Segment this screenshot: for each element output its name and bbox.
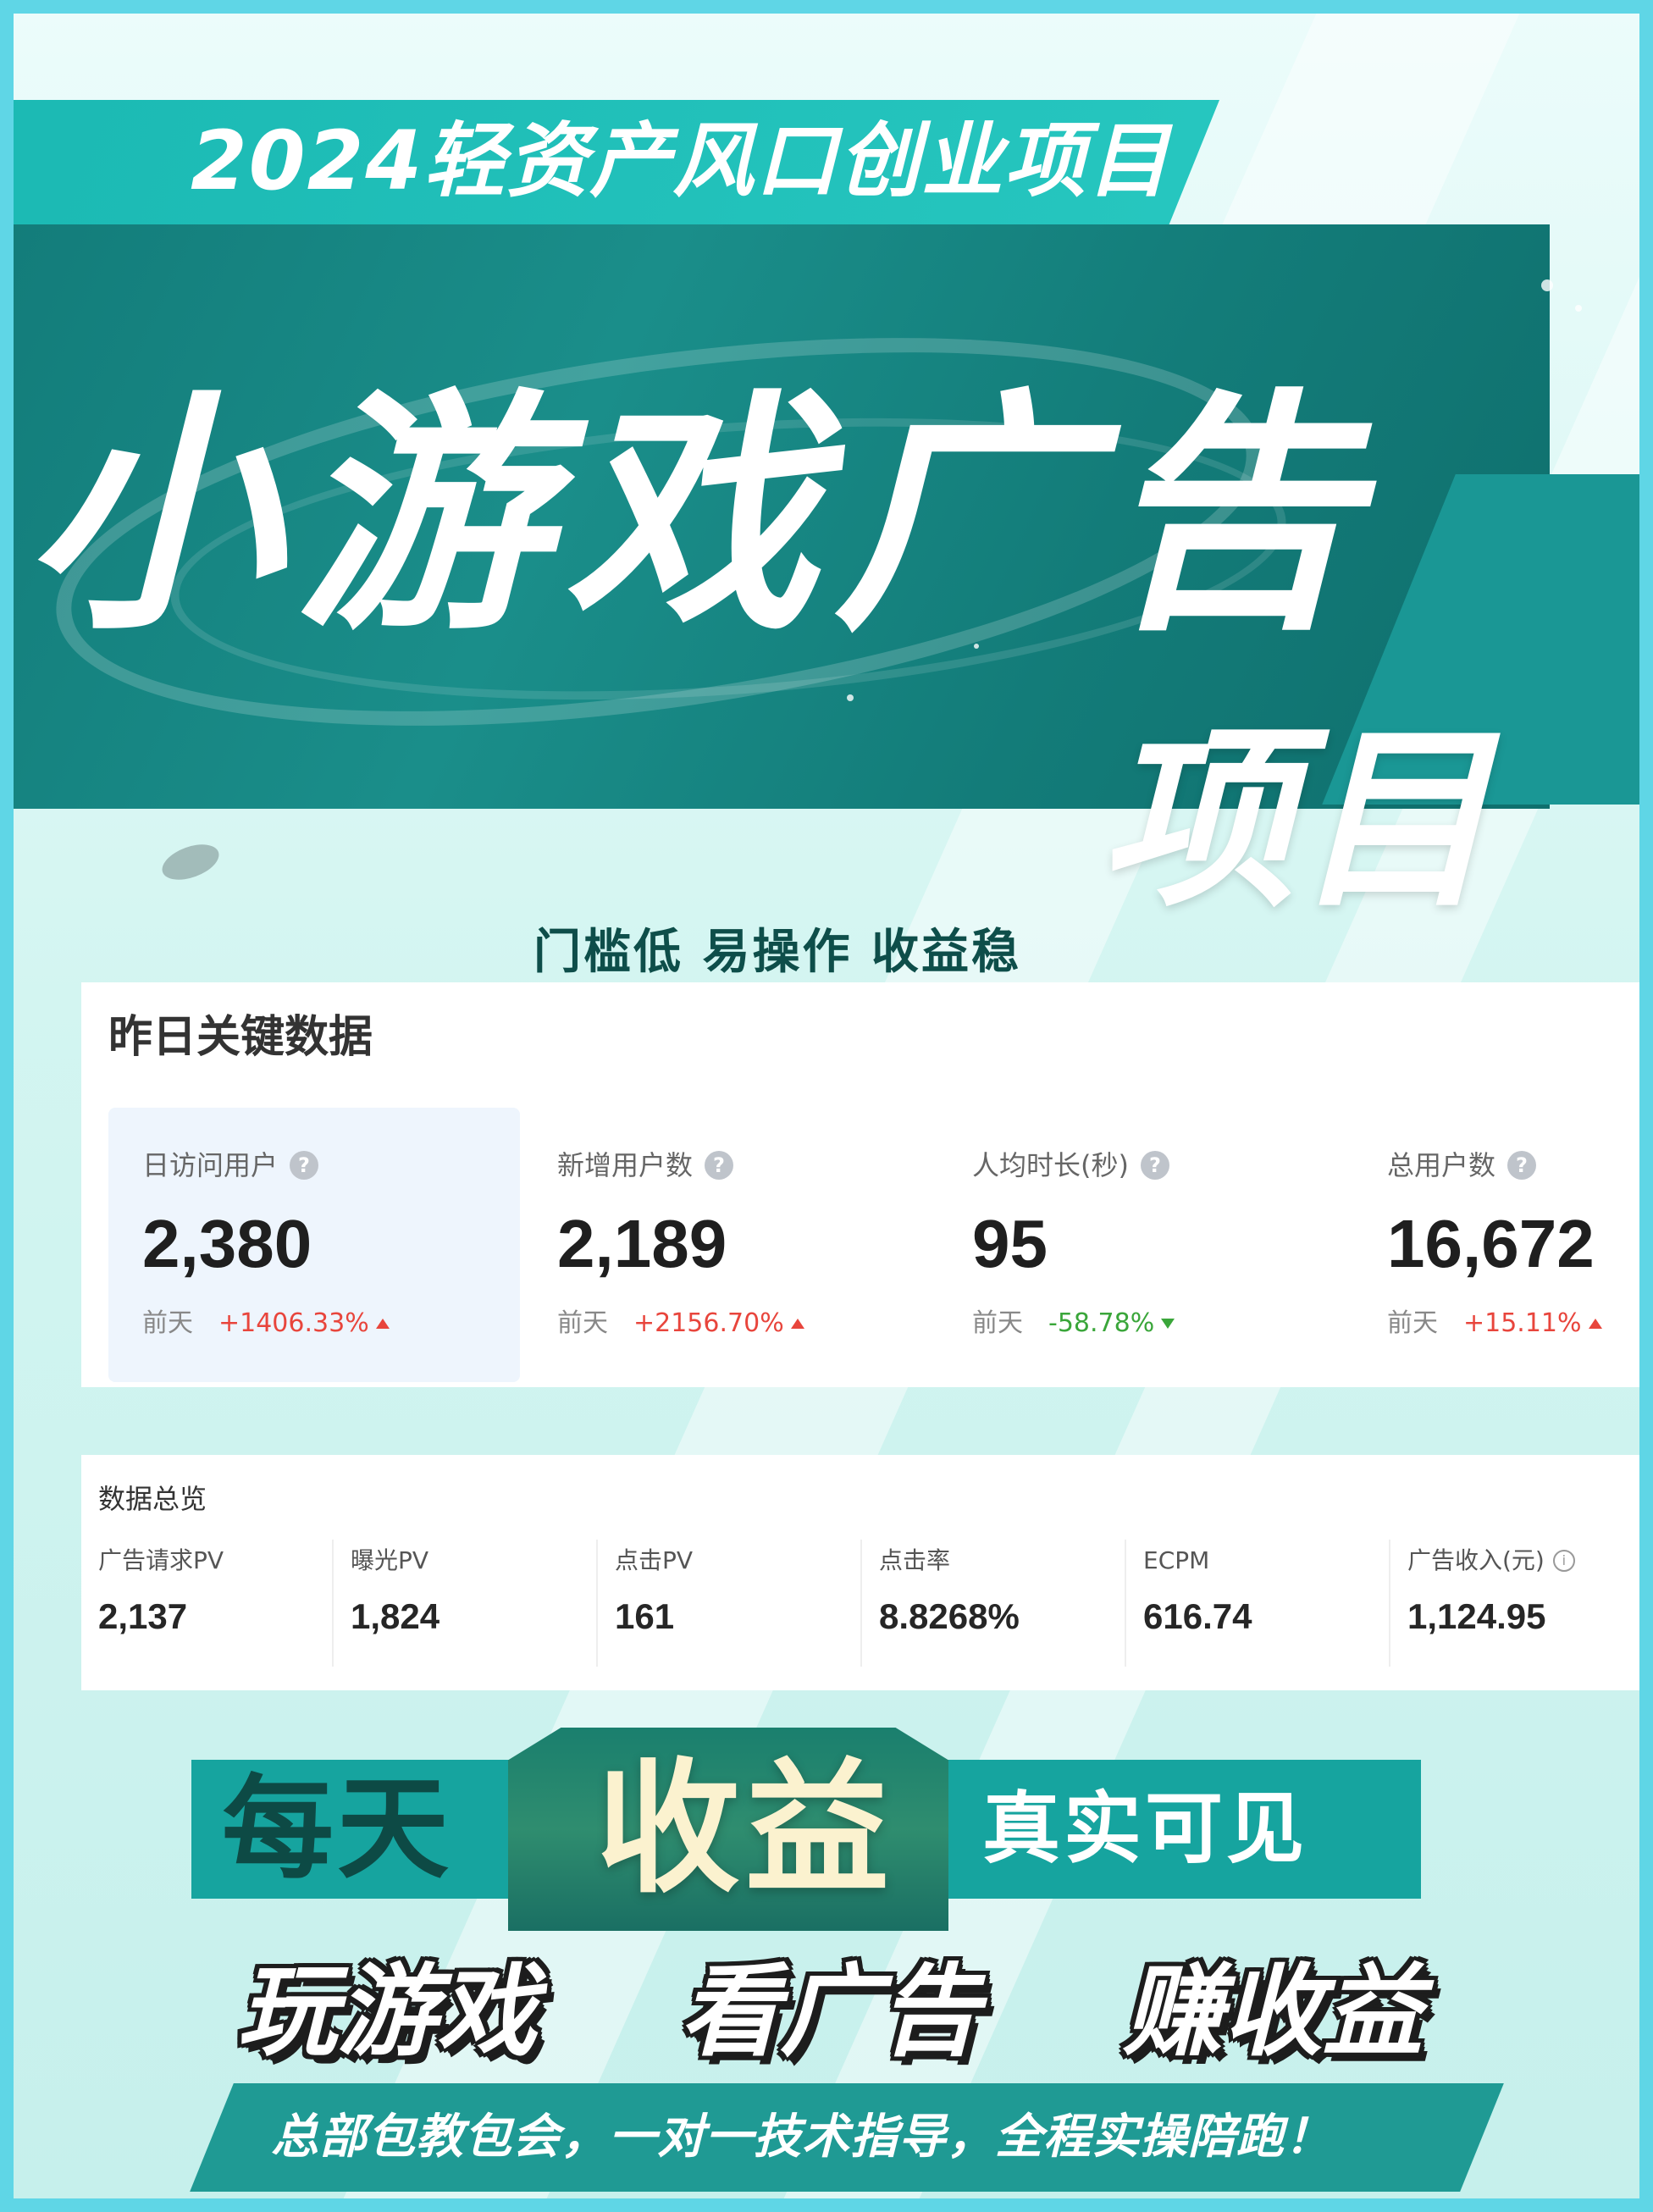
- metric-label-row: 新增用户数 ?: [557, 1142, 935, 1189]
- slogan-row: 玩游戏 看广告 赚收益: [237, 1948, 1423, 2075]
- overview-label-row: 广告收入(元) i: [1407, 1540, 1639, 1582]
- metric-value: 16,672: [1387, 1206, 1595, 1281]
- overview-value: 1,124.95: [1407, 1596, 1546, 1636]
- metric-compare: 前天 +15.11%: [1387, 1302, 1638, 1345]
- metric-label-row: 总用户数 ?: [1387, 1142, 1638, 1189]
- overview-item: 广告请求PV 2,137: [81, 1540, 346, 1667]
- overview-value: 2,137: [98, 1596, 188, 1636]
- metric-value: 2,189: [557, 1206, 727, 1281]
- info-icon[interactable]: i: [1552, 1550, 1575, 1572]
- overview-card: 数据总览 广告请求PV 2,137 曝光PV 1,824 点击PV 161 点击…: [81, 1455, 1639, 1690]
- metric-new-users[interactable]: 新增用户数 ? 2,189 前天 +2156.70%: [523, 1108, 935, 1382]
- key-data-title: 昨日关键数据: [108, 1012, 373, 1063]
- overview-label: 广告请求PV: [98, 1546, 224, 1574]
- metric-compare: 前天 +1406.33%: [142, 1302, 520, 1345]
- metric-label-row: 人均时长(秒) ?: [972, 1142, 1350, 1189]
- metric-value: 95: [972, 1206, 1048, 1281]
- slogan-watch: 看广告: [679, 1953, 980, 2070]
- overview-item: 广告收入(元) i 1,124.95: [1389, 1540, 1639, 1667]
- help-icon[interactable]: ?: [1507, 1151, 1537, 1180]
- key-data-card: 昨日关键数据 日访问用户 ? 2,380 前天 +1406.33% 新增用户数 …: [81, 982, 1639, 1387]
- poster-canvas: 2024轻资产风口创业项目 小游戏广告 项目 门槛低 易操作 收益稳 昨日关键数…: [0, 0, 1653, 2212]
- metric-compare: 前天 -58.78%: [972, 1302, 1350, 1345]
- help-icon[interactable]: ?: [705, 1151, 734, 1180]
- hero-subtitle: 项目: [1101, 708, 1490, 934]
- banner-right-text: 真实可见: [982, 1783, 1308, 1874]
- overview-item: 点击PV 161: [596, 1540, 860, 1667]
- overview-item: ECPM 616.74: [1125, 1540, 1389, 1667]
- change-value: +2156.70%: [633, 1308, 784, 1338]
- metric-label: 新增用户数: [557, 1149, 694, 1181]
- slogan-play: 玩游戏: [237, 1953, 538, 2070]
- slogan-earn: 赚收益: [1122, 1953, 1423, 2070]
- overview-label: 点击PV: [615, 1546, 694, 1574]
- metric-label-row: 日访问用户 ?: [142, 1142, 520, 1189]
- arrow-up-icon: [1588, 1319, 1602, 1329]
- metric-compare: 前天 +2156.70%: [557, 1302, 935, 1345]
- overview-value: 8.8268%: [879, 1596, 1020, 1636]
- banner-left-text: 每天: [222, 1764, 452, 1894]
- metric-label: 人均时长(秒): [972, 1149, 1129, 1181]
- compare-label: 前天: [142, 1308, 193, 1338]
- change-value: +15.11%: [1463, 1308, 1582, 1338]
- hero-title: 小游戏广告: [25, 368, 1372, 664]
- arrow-down-icon: [1161, 1319, 1175, 1329]
- arrow-up-icon: [790, 1319, 804, 1329]
- arrow-up-icon: [375, 1319, 390, 1329]
- compare-label: 前天: [557, 1308, 608, 1338]
- metric-label: 日访问用户: [142, 1149, 279, 1181]
- top-title: 2024轻资产风口创业项目: [191, 113, 1171, 208]
- sparkle-decor: [1541, 279, 1553, 291]
- metric-label: 总用户数: [1387, 1149, 1496, 1181]
- overview-label: ECPM: [1143, 1546, 1210, 1574]
- sparkle-decor: [1575, 305, 1582, 312]
- sparkle-decor: [847, 694, 854, 701]
- help-icon[interactable]: ?: [290, 1151, 319, 1180]
- overview-value: 1,824: [351, 1596, 440, 1636]
- overview-item: 点击率 8.8268%: [860, 1540, 1125, 1667]
- overview-label: 曝光PV: [351, 1546, 429, 1574]
- help-icon[interactable]: ?: [1140, 1151, 1169, 1180]
- metric-avg-duration[interactable]: 人均时长(秒) ? 95 前天 -58.78%: [938, 1108, 1350, 1382]
- compare-label: 前天: [972, 1308, 1023, 1338]
- overview-item: 曝光PV 1,824: [332, 1540, 596, 1667]
- metric-total-users[interactable]: 总用户数 ? 16,672 前天 +15.11%: [1353, 1108, 1638, 1382]
- banner-mid-text: 收益: [595, 1745, 894, 1913]
- metric-value: 2,380: [142, 1206, 312, 1281]
- compare-label: 前天: [1387, 1308, 1438, 1338]
- overview-label: 广告收入(元): [1407, 1546, 1545, 1574]
- overview-value: 161: [615, 1596, 675, 1636]
- metric-daily-visitors[interactable]: 日访问用户 ? 2,380 前天 +1406.33%: [108, 1108, 520, 1382]
- overview-value: 616.74: [1143, 1596, 1252, 1636]
- overview-title: 数据总览: [98, 1483, 207, 1515]
- overview-label: 点击率: [879, 1546, 951, 1574]
- bottom-text: 总部包教包会，一对一技术指导，全程实操陪跑！: [271, 2110, 1333, 2165]
- change-value: -58.78%: [1048, 1308, 1155, 1338]
- tagline: 门槛低 易操作 收益稳: [533, 925, 1021, 980]
- change-value: +1406.33%: [218, 1308, 369, 1338]
